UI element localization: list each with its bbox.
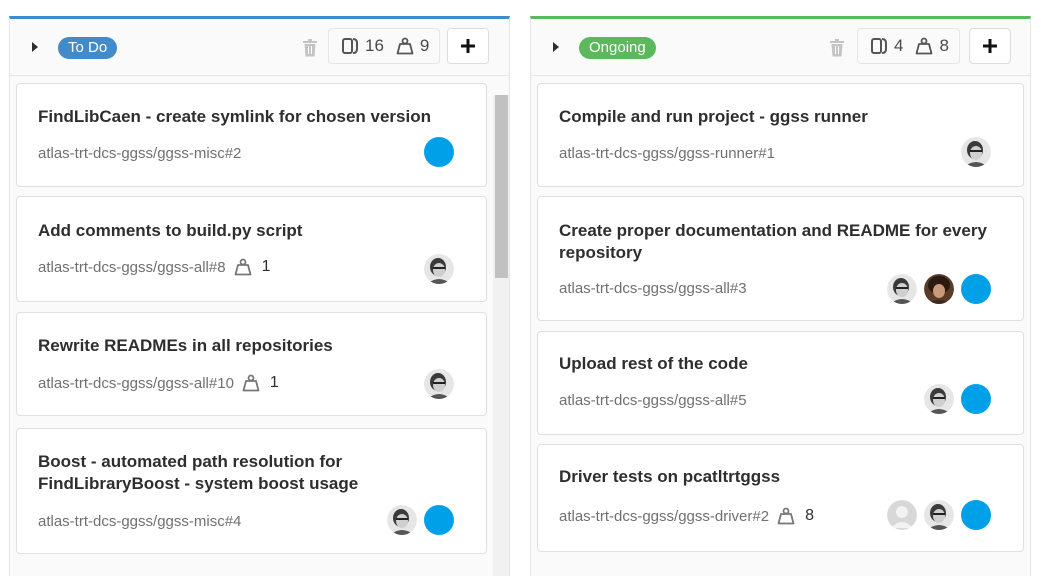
issues-icon: [342, 38, 358, 54]
avatar[interactable]: [961, 137, 991, 167]
issue-reference-text[interactable]: atlas-trt-dcs-ggss/ggss-driver#2: [559, 508, 769, 525]
weight-icon: [777, 507, 795, 525]
issues-icon: [871, 38, 887, 54]
weight-value: 1: [261, 258, 271, 275]
issue-reference-text[interactable]: atlas-trt-dcs-ggss/ggss-all#3: [559, 280, 747, 297]
issue-reference-text[interactable]: atlas-trt-dcs-ggss/ggss-all#10: [38, 375, 234, 392]
issue-reference: atlas-trt-dcs-ggss/ggss-all#5: [559, 392, 747, 409]
assignee-list: [880, 274, 991, 304]
issue-count: 4: [894, 36, 904, 55]
avatar[interactable]: [887, 500, 917, 530]
issue-title[interactable]: Driver tests on pcatltrtggss: [559, 466, 1003, 488]
weight-icon: [234, 258, 251, 276]
board-header: Ongoing 4 8: [531, 19, 1030, 76]
issue-title[interactable]: FindLibCaen - create symlink for chosen …: [38, 106, 466, 128]
avatar[interactable]: [924, 274, 954, 304]
issue-title[interactable]: Compile and run project - ggss runner: [559, 106, 1003, 128]
avatar[interactable]: [924, 384, 954, 414]
weight-icon: [242, 374, 260, 392]
assignee-list: [417, 369, 454, 399]
trash-icon[interactable]: [829, 39, 845, 57]
issue-card[interactable]: Rewrite READMEs in all repositories atla…: [16, 312, 487, 416]
board-label[interactable]: To Do: [58, 37, 118, 59]
avatar[interactable]: [961, 274, 991, 304]
board-header: To Do 16 9: [10, 19, 509, 76]
avatar[interactable]: [424, 369, 454, 399]
issue-reference-text[interactable]: atlas-trt-dcs-ggss/ggss-misc#4: [38, 513, 241, 530]
issue-reference-text[interactable]: atlas-trt-dcs-ggss/ggss-all#8: [38, 259, 226, 276]
issue-reference: atlas-trt-dcs-ggss/ggss-all#8 1: [38, 258, 270, 276]
issue-title[interactable]: Upload rest of the code: [559, 353, 1003, 375]
plus-icon: [461, 39, 475, 53]
issue-weight: 1: [242, 374, 279, 392]
issue-title[interactable]: Boost - automated path resolution for Fi…: [38, 451, 466, 495]
issue-reference: atlas-trt-dcs-ggss/ggss-runner#1: [559, 145, 775, 162]
issue-reference: atlas-trt-dcs-ggss/ggss-misc#4: [38, 513, 241, 530]
weight-total: 8: [939, 36, 949, 55]
board-label[interactable]: Ongoing: [579, 37, 656, 59]
board-counts: 16 9: [328, 28, 441, 64]
trash-icon[interactable]: [302, 39, 318, 57]
issue-reference: atlas-trt-dcs-ggss/ggss-misc#2: [38, 145, 241, 162]
board-todo: To Do 16 9 FindLibCaen - create symlink …: [9, 16, 510, 576]
issue-reference-text[interactable]: atlas-trt-dcs-ggss/ggss-all#5: [559, 392, 747, 409]
weight-total: 9: [419, 36, 430, 55]
avatar[interactable]: [961, 384, 991, 414]
scrollbar-thumb[interactable]: [495, 95, 508, 278]
issue-reference: atlas-trt-dcs-ggss/ggss-driver#2 8: [559, 507, 814, 525]
issue-card[interactable]: Upload rest of the code atlas-trt-dcs-gg…: [537, 331, 1024, 435]
issue-card[interactable]: Compile and run project - ggss runner at…: [537, 83, 1024, 187]
issue-card[interactable]: Add comments to build.py script atlas-tr…: [16, 196, 487, 302]
weight-value: 1: [269, 374, 279, 391]
issue-card[interactable]: Boost - automated path resolution for Fi…: [16, 428, 487, 554]
issue-reference-text[interactable]: atlas-trt-dcs-ggss/ggss-runner#1: [559, 145, 775, 162]
issue-title[interactable]: Rewrite READMEs in all repositories: [38, 335, 466, 357]
board-scrollbar[interactable]: [493, 95, 509, 576]
weight-value: 8: [805, 507, 814, 524]
issue-weight: 1: [234, 258, 271, 276]
board-counts: 4 8: [857, 28, 960, 64]
avatar[interactable]: [387, 505, 417, 535]
assignee-list: [880, 500, 991, 530]
avatar[interactable]: [424, 505, 454, 535]
avatar[interactable]: [424, 137, 454, 167]
issue-weight: 8: [777, 507, 814, 525]
assignee-list: [380, 505, 454, 535]
assignee-list: [954, 137, 991, 167]
issue-reference: atlas-trt-dcs-ggss/ggss-all#10 1: [38, 374, 279, 392]
weight-icon: [396, 37, 414, 55]
avatar[interactable]: [887, 274, 917, 304]
issue-count: 16: [365, 36, 384, 55]
avatar[interactable]: [961, 500, 991, 530]
assignee-list: [917, 384, 991, 414]
avatar[interactable]: [424, 254, 454, 284]
issue-card[interactable]: FindLibCaen - create symlink for chosen …: [16, 83, 487, 187]
plus-icon: [983, 39, 997, 53]
add-issue-button[interactable]: [447, 28, 489, 64]
assignee-list: [417, 137, 454, 167]
add-issue-button[interactable]: [969, 28, 1011, 64]
avatar[interactable]: [924, 500, 954, 530]
issue-card[interactable]: Driver tests on pcatltrtggss atlas-trt-d…: [537, 444, 1024, 552]
issue-reference: atlas-trt-dcs-ggss/ggss-all#3: [559, 280, 747, 297]
weight-icon: [916, 37, 933, 55]
issue-title[interactable]: Add comments to build.py script: [38, 220, 466, 242]
board-ongoing: Ongoing 4 8 Compile and run project - gg…: [530, 16, 1031, 576]
caret-right-icon[interactable]: [553, 42, 559, 52]
issue-card[interactable]: Create proper documentation and README f…: [537, 196, 1024, 321]
assignee-list: [417, 254, 454, 284]
issue-reference-text[interactable]: atlas-trt-dcs-ggss/ggss-misc#2: [38, 145, 241, 162]
issue-title[interactable]: Create proper documentation and README f…: [559, 220, 1003, 264]
caret-right-icon[interactable]: [32, 42, 38, 52]
